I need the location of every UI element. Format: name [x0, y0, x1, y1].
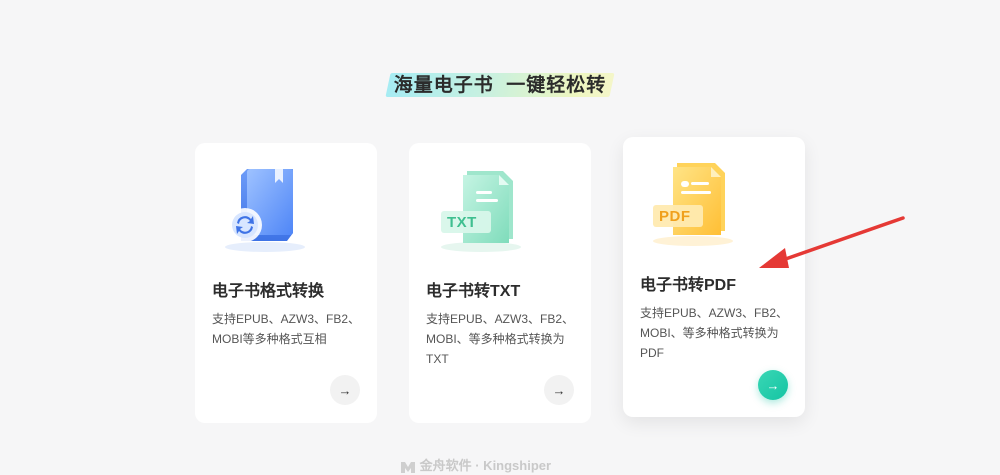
- txt-file-icon: TXT: [431, 165, 531, 255]
- section-heading: 海量电子书 一键轻松转: [385, 73, 615, 99]
- go-arrow-button[interactable]: →: [330, 375, 360, 405]
- footer-logo-text: 金舟软件 · Kingshiper: [419, 458, 552, 473]
- card-description: 支持EPUB、AZW3、FB2、MOBI、等多种格式转换为TXT: [426, 312, 575, 366]
- red-arrow-icon: [755, 212, 915, 279]
- section-heading-text: 海量电子书 一键轻松转: [393, 75, 607, 96]
- arrow-right-icon: →: [552, 382, 566, 398]
- card-title: 电子书格式转换: [212, 283, 325, 300]
- go-arrow-button[interactable]: →: [758, 370, 788, 400]
- go-arrow-button[interactable]: →: [544, 375, 574, 405]
- card-ebook-to-txt[interactable]: TXT 电子书转TXT 支持EPUB、AZW3、FB2、MOBI、等多种格式转换…: [409, 143, 591, 423]
- card-title: 电子书转PDF: [640, 277, 737, 294]
- pdf-icon-label: PDF: [659, 208, 691, 225]
- card-description: 支持EPUB、AZW3、FB2、MOBI等多种格式互相: [212, 312, 361, 346]
- card-description: 支持EPUB、AZW3、FB2、MOBI、等多种格式转换为PDF: [640, 306, 789, 360]
- brand-logo-icon: [401, 461, 415, 473]
- card-title: 电子书转TXT: [426, 283, 521, 300]
- txt-icon-label: TXT: [447, 214, 477, 231]
- footer-logo: 金舟软件 · Kingshiper: [400, 455, 600, 475]
- arrow-right-icon: →: [338, 382, 352, 398]
- ebook-convert-icon: [217, 165, 317, 255]
- card-ebook-format-convert[interactable]: 电子书格式转换 支持EPUB、AZW3、FB2、MOBI等多种格式互相 →: [195, 143, 377, 423]
- pdf-file-icon: PDF: [643, 159, 743, 249]
- arrow-right-icon: →: [766, 377, 780, 393]
